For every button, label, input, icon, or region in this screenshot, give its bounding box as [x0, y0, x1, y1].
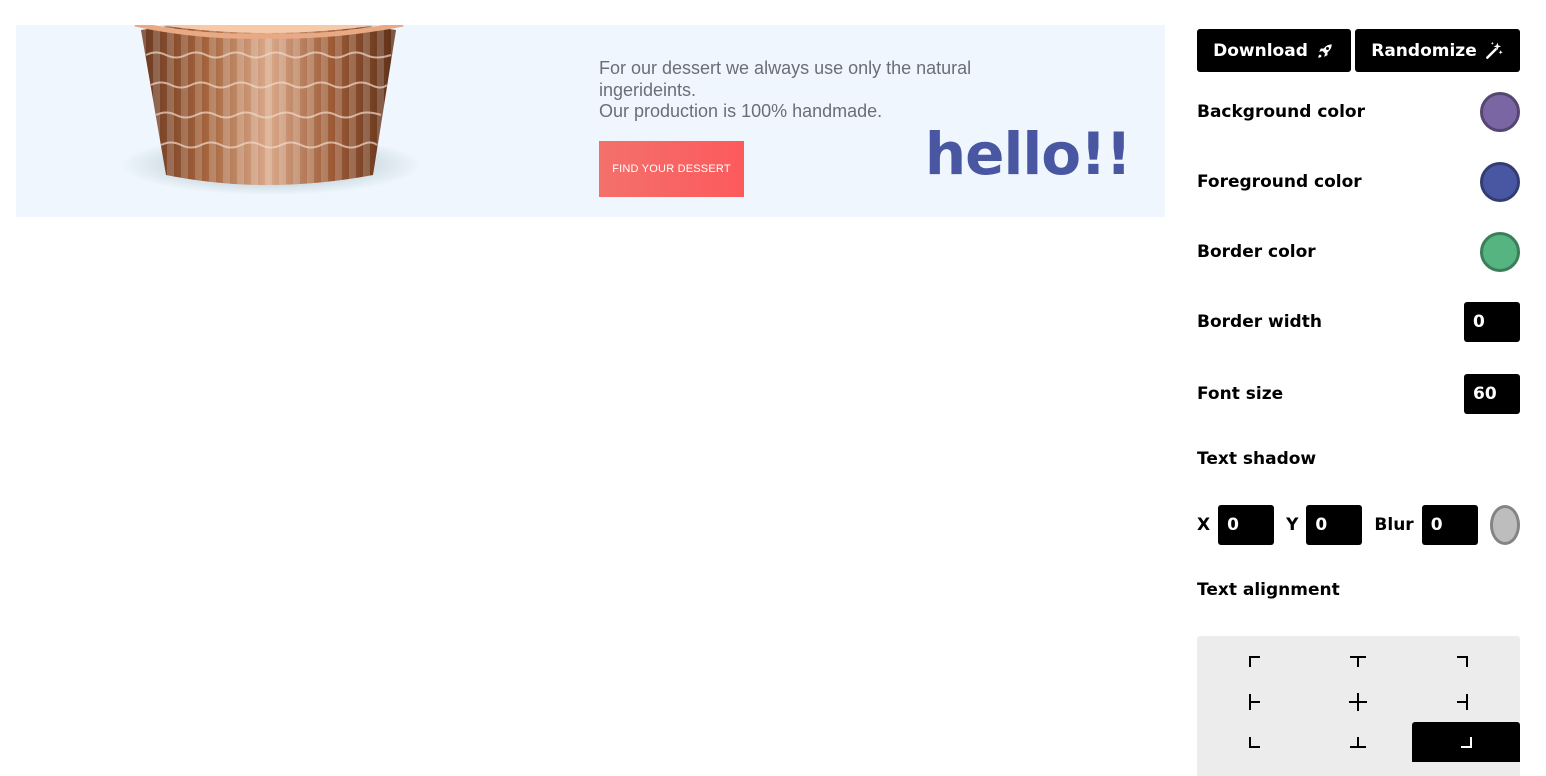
align-center-icon: [1349, 693, 1367, 711]
border-color-row: Border color: [1197, 232, 1520, 272]
banner-preview: For our dessert we always use only the n…: [16, 25, 1165, 217]
align-center-button[interactable]: [1304, 682, 1412, 722]
text-alignment-label: Text alignment: [1197, 580, 1340, 600]
banner-headline: hello!!: [924, 120, 1132, 188]
sparkles-icon: [1485, 41, 1503, 59]
foreground-color-row: Foreground color: [1197, 162, 1520, 202]
border-width-input[interactable]: 0: [1464, 302, 1520, 342]
shadow-blur-label: Blur: [1374, 515, 1414, 535]
align-top-left-icon: [1249, 656, 1260, 667]
align-bottom-right-icon: [1461, 737, 1472, 748]
border-color-label: Border color: [1197, 242, 1316, 262]
rocket-icon: [1318, 43, 1332, 58]
randomize-label: Randomize: [1371, 40, 1477, 61]
shadow-color-swatch[interactable]: [1489, 505, 1520, 545]
align-middle-right-icon: [1457, 694, 1468, 710]
text-shadow-controls: X 0 Y 0 Blur 0: [1197, 505, 1490, 545]
settings-panel: Download Randomize Background color Fore…: [1197, 29, 1520, 776]
text-shadow-row: X 0 Y 0 Blur 0: [1197, 505, 1520, 545]
background-color-swatch[interactable]: [1480, 92, 1520, 132]
align-top-center-button[interactable]: [1304, 642, 1412, 682]
align-bottom-right-button[interactable]: [1412, 722, 1520, 762]
foreground-color-label: Foreground color: [1197, 172, 1362, 192]
find-dessert-button[interactable]: FIND YOUR DESSERT: [599, 141, 744, 197]
font-size-row: Font size 60: [1197, 374, 1520, 414]
shadow-x-input[interactable]: 0: [1218, 505, 1275, 545]
border-width-row: Border width 0: [1197, 302, 1520, 342]
border-color-swatch[interactable]: [1480, 232, 1520, 272]
text-shadow-label: Text shadow: [1197, 449, 1317, 469]
font-size-input[interactable]: 60: [1464, 374, 1520, 414]
align-bottom-center-button[interactable]: [1304, 722, 1412, 762]
background-color-label: Background color: [1197, 102, 1365, 122]
align-middle-right-button[interactable]: [1408, 682, 1516, 722]
shadow-y-input[interactable]: 0: [1306, 505, 1363, 545]
text-alignment-heading-row: Text alignment: [1197, 580, 1520, 600]
align-middle-left-icon: [1249, 694, 1260, 710]
align-bottom-left-icon: [1249, 737, 1260, 748]
align-bottom-left-button[interactable]: [1201, 722, 1309, 762]
banner-copy-line: ingerideints.: [599, 79, 697, 100]
shadow-y-label: Y: [1286, 515, 1299, 535]
text-alignment-grid: [1197, 636, 1520, 776]
align-middle-left-button[interactable]: [1201, 682, 1309, 722]
banner-description: For our dessert we always use only the n…: [599, 58, 1039, 123]
align-top-right-icon: [1457, 656, 1468, 667]
border-width-label: Border width: [1197, 312, 1322, 332]
toolbar: Download Randomize: [1197, 29, 1520, 72]
shadow-blur-input[interactable]: 0: [1421, 505, 1478, 545]
align-top-right-button[interactable]: [1408, 642, 1516, 682]
shadow-x-label: X: [1197, 515, 1211, 535]
banner-copy-line: For our dessert we always use only the n…: [599, 58, 972, 78]
align-top-left-button[interactable]: [1201, 642, 1309, 682]
download-button[interactable]: Download: [1197, 29, 1351, 72]
background-color-row: Background color: [1197, 92, 1520, 132]
text-shadow-heading-row: Text shadow: [1197, 449, 1520, 469]
cupcake-image: [121, 25, 421, 195]
download-label: Download: [1213, 40, 1308, 61]
font-size-label: Font size: [1197, 384, 1284, 404]
foreground-color-swatch[interactable]: [1480, 162, 1520, 202]
randomize-button[interactable]: Randomize: [1355, 29, 1520, 72]
align-bottom-center-icon: [1350, 737, 1366, 748]
align-top-center-icon: [1350, 656, 1366, 667]
